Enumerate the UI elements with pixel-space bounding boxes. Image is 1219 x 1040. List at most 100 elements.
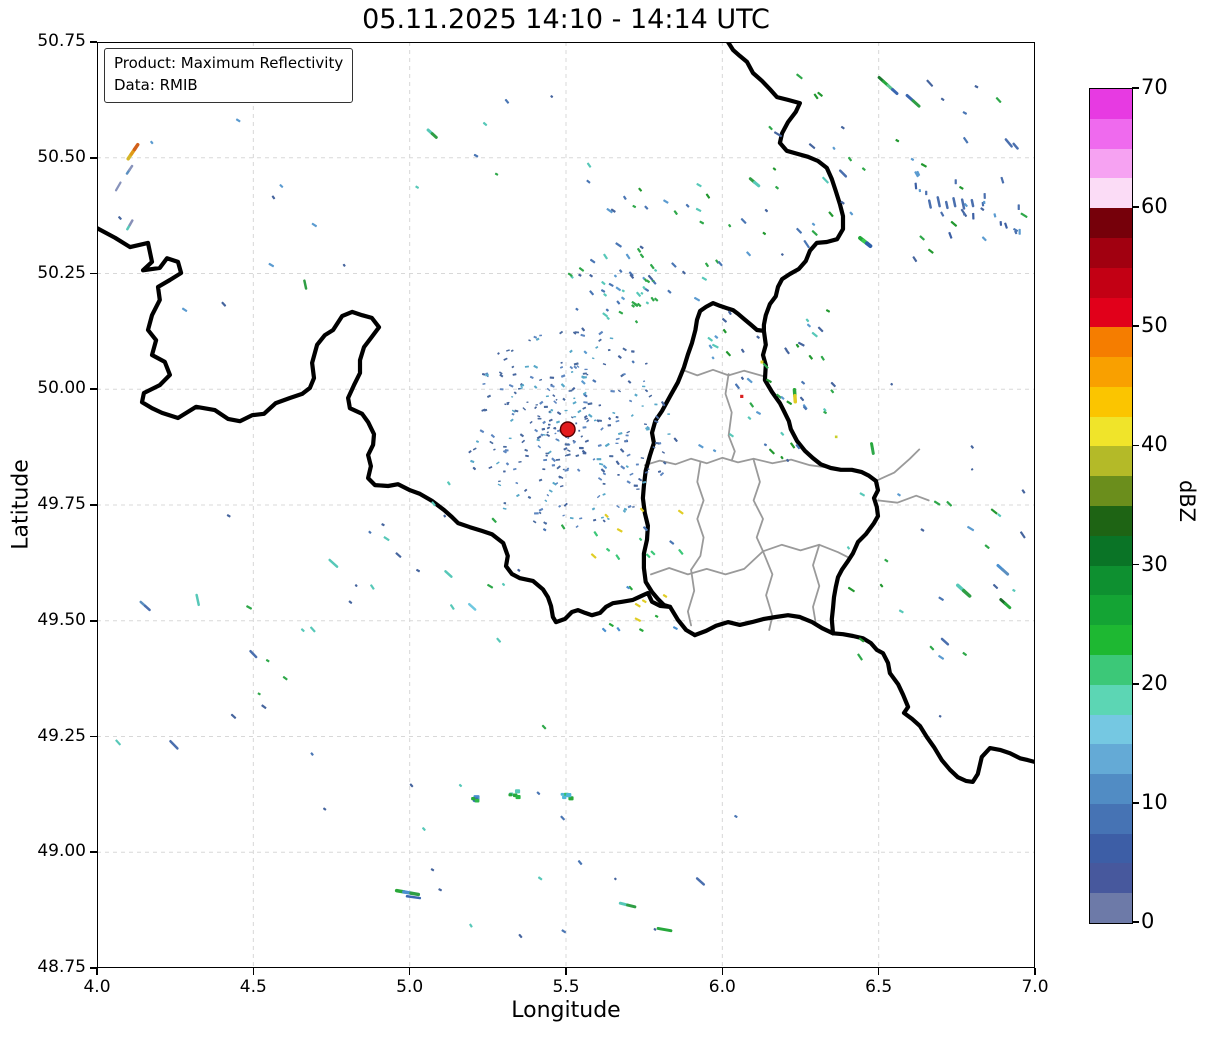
x-tick-mark [565, 968, 567, 975]
legend-box: Product: Maximum Reflectivity Data: RMIB [104, 48, 354, 103]
clutter-dot [659, 472, 664, 477]
colorbar-segment [1090, 297, 1132, 328]
clutter-dot [472, 447, 477, 451]
clutter-dot [648, 394, 653, 398]
echo-speck [786, 400, 793, 405]
country-border-luxembourg-germany [760, 328, 881, 636]
clutter-dot [498, 480, 501, 483]
echo-speck [615, 554, 621, 561]
clutter-dot [510, 418, 514, 422]
echo-speck [623, 195, 627, 200]
colorbar-segment [1090, 594, 1132, 626]
echo-speck [756, 411, 761, 415]
echo-speck [616, 300, 621, 305]
clutter-dot [598, 419, 602, 422]
echo-speck [603, 253, 608, 260]
echo-speck [1020, 212, 1028, 218]
clutter-dot [535, 404, 538, 406]
clutter-dot [556, 420, 560, 424]
colorbar-tick-label: 20 [1141, 670, 1168, 695]
echo-speck [780, 455, 784, 460]
clutter-dot [667, 413, 671, 415]
echo-speck [859, 492, 865, 497]
radar-map-figure: 05.11.2025 14:10 - 14:14 UTC Product: Ma… [0, 0, 1219, 1040]
clutter-dot [618, 389, 621, 393]
clutter-dot [516, 493, 520, 498]
echo-speck [221, 301, 227, 307]
clutter-dot [536, 435, 542, 440]
echo-speck [1004, 222, 1008, 229]
echo-speck [309, 626, 316, 633]
colorbar-segment [1090, 326, 1132, 358]
colorbar-segment [1090, 803, 1132, 834]
echo-speck [265, 659, 270, 663]
clutter-dot [543, 521, 547, 525]
echo-streak [195, 593, 200, 607]
echo-streak [940, 637, 950, 646]
echo-speck [416, 568, 421, 573]
colorbar-label: dBZ [1175, 479, 1199, 523]
clutter-dot [591, 357, 595, 360]
echo-speck [589, 290, 594, 296]
colorbar-tick-label: 10 [1141, 789, 1168, 814]
echo-streak [970, 198, 975, 208]
echo-speck [615, 460, 620, 466]
clutter-dot [543, 458, 548, 462]
echo-speck [618, 310, 624, 315]
clutter-dot [560, 485, 564, 488]
echo-speck [621, 296, 625, 301]
clutter-dot [654, 403, 658, 406]
colorbar-tick-mark [1132, 87, 1139, 89]
echo-speck [606, 547, 611, 552]
echo-speck [581, 380, 586, 385]
echo-speck [602, 312, 608, 318]
echo-speck [645, 301, 650, 305]
clutter-dot [570, 416, 574, 419]
echo-streak [430, 132, 438, 139]
echo-speck [608, 417, 612, 421]
echo-speck [608, 622, 614, 627]
echo-speck [395, 552, 402, 558]
y-tick-mark [90, 272, 97, 275]
clutter-dot [579, 446, 584, 450]
clutter-dot [558, 504, 562, 508]
echo-speck [707, 336, 713, 342]
echo-speck [970, 445, 974, 449]
clutter-dot [626, 430, 630, 434]
echo-speck [381, 523, 385, 527]
echo-speck [981, 236, 987, 242]
echo-speck [768, 125, 773, 131]
echo-speck [990, 508, 998, 515]
echo-streak [303, 279, 308, 290]
echo-speck [983, 200, 986, 205]
echo-speck [589, 258, 596, 264]
echo-speck [230, 713, 237, 719]
echo-speck [473, 153, 479, 158]
echo-speck [734, 383, 740, 390]
echo-speck [560, 524, 566, 530]
echo-speck [613, 274, 617, 278]
colorbar-tick-mark [1132, 802, 1139, 804]
echo-speck [920, 528, 925, 532]
x-tick-label: 6.5 [865, 977, 893, 997]
clutter-dot [550, 408, 554, 412]
echo-blob [514, 789, 521, 794]
echo-speck [734, 814, 738, 818]
echo-speck [695, 207, 702, 212]
echo-speck [653, 927, 657, 931]
y-tick-mark [90, 619, 97, 622]
echo-streak [1003, 602, 1012, 610]
clutter-dot [607, 424, 612, 427]
colorbar-tick-label: 40 [1141, 432, 1168, 457]
echo-speck [181, 307, 188, 313]
clutter-dot [522, 407, 526, 411]
echo-speck [974, 85, 979, 89]
y-tick-label: 50.25 [37, 262, 86, 283]
colorbar-segment [1090, 773, 1132, 804]
echo-streak [864, 241, 873, 249]
echo-speck [667, 289, 672, 294]
map-plot-area [97, 42, 1035, 968]
echo-speck [811, 230, 818, 236]
clutter-dot [573, 416, 577, 418]
echo-speck [577, 860, 583, 866]
